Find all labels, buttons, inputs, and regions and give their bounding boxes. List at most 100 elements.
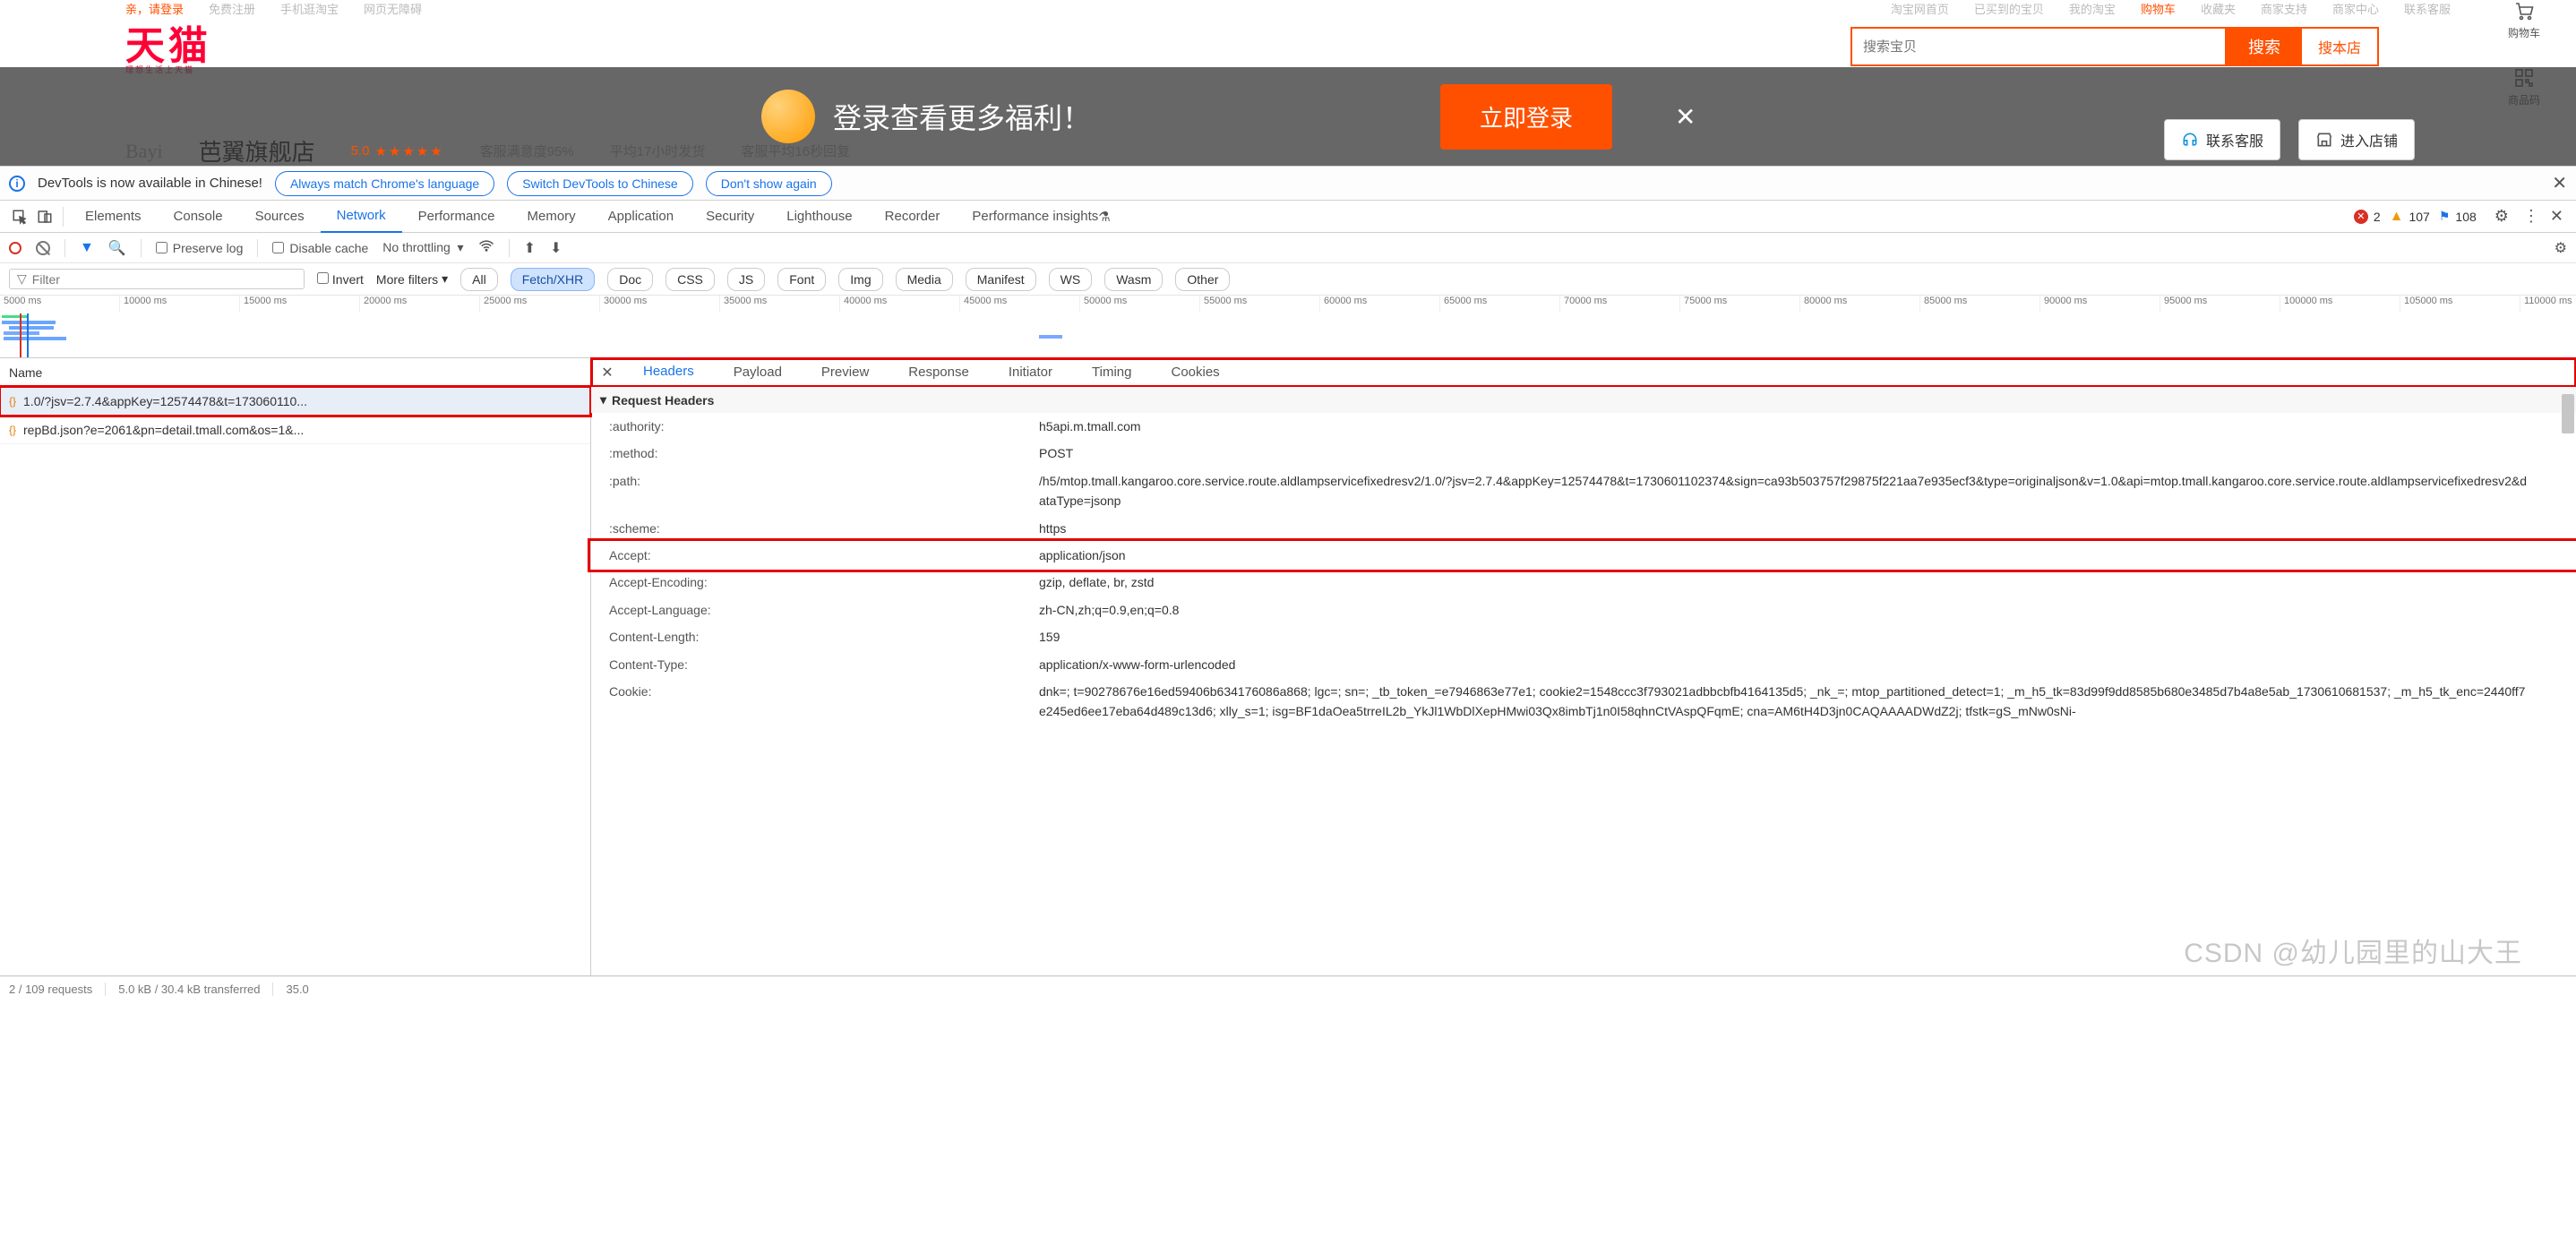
chip-other[interactable]: Other [1175,268,1230,291]
shop-name[interactable]: 芭翼旗舰店 [199,134,315,167]
upload-icon[interactable]: ⬆ [524,239,536,257]
dont-show-button[interactable]: Don't show again [706,171,832,196]
headset-icon [2181,131,2199,149]
nav-mobile[interactable]: 手机逛淘宝 [280,0,339,17]
detail-tab-cookies[interactable]: Cookies [1151,358,1239,387]
enter-shop-button[interactable]: 进入店铺 [2298,119,2415,160]
throttling-select[interactable]: No throttling ▾ [382,240,463,255]
request-list-header[interactable]: Name [0,358,590,387]
nav-merchant-center[interactable]: 商家中心 [2332,0,2379,17]
tab-recorder[interactable]: Recorder [869,201,957,233]
nav-merchant-support[interactable]: 商家支持 [2261,0,2307,17]
more-menu-icon[interactable]: ⋮ [2523,207,2539,226]
chip-ws[interactable]: WS [1049,268,1093,291]
header-value: dnk=; t=90278676e16ed59406b634176086a868… [1039,682,2567,722]
cart-icon [2513,0,2535,21]
tab-lighthouse[interactable]: Lighthouse [770,201,868,233]
tab-elements[interactable]: Elements [69,201,158,233]
nav-favorites[interactable]: 收藏夹 [2201,0,2236,17]
scrollbar-thumb[interactable] [2562,394,2574,433]
network-conditions-icon[interactable] [478,237,494,258]
search-icon[interactable]: 🔍 [108,239,126,257]
header-key: :authority: [600,416,1039,436]
clear-icon[interactable] [36,241,50,255]
header-value: 159 [1039,627,2567,647]
nav-mytaobao[interactable]: 我的淘宝 [2069,0,2116,17]
nav-login[interactable]: 亲，请登录 [125,0,184,17]
device-toggle-icon[interactable] [32,209,57,225]
detail-close-icon[interactable]: ✕ [591,364,623,382]
timeline-tick: 60000 ms [1320,296,1440,312]
network-settings-icon[interactable]: ⚙ [2555,239,2567,257]
infobar-close-icon[interactable]: ✕ [2552,172,2567,194]
tab-network[interactable]: Network [321,201,402,233]
tab-application[interactable]: Application [592,201,690,233]
chip-all[interactable]: All [460,268,498,291]
always-match-button[interactable]: Always match Chrome's language [275,171,494,196]
header-key: Accept: [600,545,1039,565]
search-shop-button[interactable]: 搜本店 [2302,27,2379,66]
tab-console[interactable]: Console [158,201,239,233]
nav-home[interactable]: 淘宝网首页 [1891,0,1949,17]
header-key: :scheme: [600,519,1039,538]
preserve-log-checkbox[interactable]: Preserve log [156,241,244,255]
tab-performance[interactable]: Performance [402,201,511,233]
tab-sources[interactable]: Sources [239,201,321,233]
nav-register[interactable]: 免费注册 [209,0,255,17]
timeline-tick: 5000 ms [0,296,120,312]
contact-service-button[interactable]: 联系客服 [2164,119,2280,160]
search-input[interactable] [1850,27,2227,66]
chip-media[interactable]: Media [896,268,953,291]
status-resources: 35.0 [286,983,308,996]
header-row: :method:POST [591,440,2576,467]
detail-tab-timing[interactable]: Timing [1072,358,1151,387]
record-icon[interactable] [9,242,21,254]
warning-counter[interactable]: ▲107 [2390,209,2430,225]
header-key: :method: [600,443,1039,463]
close-banner-icon[interactable]: ✕ [1675,102,1696,132]
nav-contact[interactable]: 联系客服 [2404,0,2451,17]
download-icon[interactable]: ⬇ [550,239,562,257]
request-row[interactable]: {} 1.0/?jsv=2.7.4&appKey=12574478&t=1730… [0,387,590,416]
detail-tab-payload[interactable]: Payload [714,358,802,387]
nav-orders[interactable]: 已买到的宝贝 [1974,0,2044,17]
shop-metric-satisfaction: 客服满意度95% [480,142,574,160]
chip-fetch-xhr[interactable]: Fetch/XHR [511,268,595,291]
chip-css[interactable]: CSS [665,268,715,291]
json-icon: {} [9,395,16,408]
request-row[interactable]: {} repBd.json?e=2061&pn=detail.tmall.com… [0,416,590,444]
chip-js[interactable]: JS [727,268,765,291]
chip-img[interactable]: Img [838,268,882,291]
tab-security[interactable]: Security [690,201,770,233]
request-headers-section[interactable]: ▾ Request Headers [591,387,2576,413]
detail-tab-response[interactable]: Response [889,358,989,387]
detail-tab-preview[interactable]: Preview [802,358,889,387]
filter-input[interactable]: ▽ Filter [9,269,305,289]
nav-cart[interactable]: 购物车 [2141,0,2176,17]
detail-tab-headers[interactable]: Headers [623,358,714,387]
devtools-close-icon[interactable]: ✕ [2550,207,2563,226]
search-button[interactable]: 搜索 [2227,27,2302,66]
issues-counter[interactable]: ⚑108 [2439,209,2477,224]
tab-memory[interactable]: Memory [511,201,592,233]
more-filters-dropdown[interactable]: More filters ▾ [376,271,448,287]
tab-perf-insights[interactable]: Performance insights ⚗ [956,201,1126,233]
chip-doc[interactable]: Doc [607,268,653,291]
filter-toggle-icon[interactable]: ▼ [80,240,94,256]
cart-tool[interactable]: 购物车 [2508,0,2540,40]
login-now-button[interactable]: 立即登录 [1440,84,1612,150]
network-timeline[interactable]: 5000 ms10000 ms15000 ms20000 ms25000 ms3… [0,296,2576,358]
inspect-icon[interactable] [7,209,32,225]
chip-font[interactable]: Font [777,268,826,291]
switch-chinese-button[interactable]: Switch DevTools to Chinese [507,171,693,196]
detail-tab-initiator[interactable]: Initiator [989,358,1072,387]
disable-cache-checkbox[interactable]: Disable cache [272,241,368,255]
chip-wasm[interactable]: Wasm [1104,268,1163,291]
timeline-tick: 80000 ms [1800,296,1920,312]
error-counter[interactable]: ✕2 [2354,210,2381,224]
invert-checkbox[interactable]: Invert [317,272,364,287]
chip-manifest[interactable]: Manifest [966,268,1036,291]
nav-accessibility[interactable]: 网页无障碍 [364,0,422,17]
timeline-tick: 15000 ms [240,296,360,312]
settings-icon[interactable]: ⚙ [2494,207,2509,226]
